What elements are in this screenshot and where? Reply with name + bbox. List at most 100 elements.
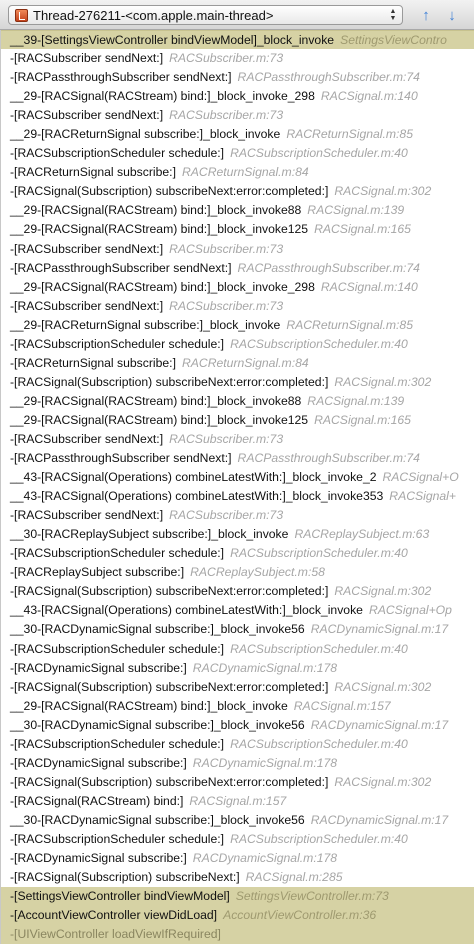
stack-frame-row[interactable]: __30-[RACReplaySubject subscribe:]_block…: [1, 525, 474, 544]
stack-frame-row[interactable]: -[RACSignal(Subscription) subscribeNext:…: [1, 678, 474, 697]
stack-frame-row[interactable]: -[RACPassthroughSubscriber sendNext:] RAC…: [1, 68, 474, 87]
frame-symbol: __29-[RACSignal(RACStream) bind:]_block_…: [10, 412, 309, 427]
frame-source-location: RACSubscriber.m:73: [169, 241, 284, 256]
frame-symbol: __30-[RACDynamicSignal subscribe:]_block…: [10, 717, 305, 732]
stack-frame-row[interactable]: __29-[RACSignal(RACStream) bind:]_block_…: [1, 411, 474, 430]
frame-symbol: -[RACSignal(Subscription) subscribeNext:…: [10, 774, 329, 789]
frame-source-location: SettingsViewController.m:73: [235, 889, 389, 904]
stack-frame-row[interactable]: -[RACSignal(Subscription) subscribeNext:…: [1, 868, 474, 887]
stack-frame-row[interactable]: __39-[SettingsViewController bindViewMod…: [1, 30, 474, 50]
stack-frame-row[interactable]: __29-[RACSignal(RACStream) bind:]_block_…: [1, 220, 474, 239]
frame-source-location: RACSubscriber.m:73: [169, 298, 284, 313]
stack-frame-row[interactable]: __30-[RACDynamicSignal subscribe:]_block…: [1, 716, 474, 735]
stack-frame-row[interactable]: -[RACDynamicSignal subscribe:] RACDynamic…: [1, 659, 474, 678]
stack-frame-row[interactable]: -[RACDynamicSignal subscribe:] RACDynamic…: [1, 754, 474, 773]
frame-symbol: __29-[RACSignal(RACStream) bind:]_block_…: [10, 203, 302, 218]
stack-frame-row[interactable]: -[RACPassthroughSubscriber sendNext:] RAC…: [1, 259, 474, 278]
stack-frame-row[interactable]: __29-[RACSignal(RACStream) bind:]_block_…: [1, 87, 474, 106]
stack-frame-row[interactable]: __29-[RACReturnSignal subscribe:]_block_…: [1, 125, 474, 144]
frame-symbol: -[RACSubscriber sendNext:]: [10, 241, 164, 256]
stack-frame-row[interactable]: -[RACSubscriber sendNext:] RACSubscriber.…: [1, 430, 474, 449]
stack-frame-row[interactable]: -[RACSubscriptionScheduler schedule:] RAC…: [1, 544, 474, 563]
frame-symbol: -[RACDynamicSignal subscribe:]: [10, 660, 187, 675]
frame-source-location: RACSignal+Op: [368, 603, 452, 618]
frame-source-location: RACSignal.m:302: [334, 374, 432, 389]
frame-source-location: RACSignal.m:302: [334, 679, 432, 694]
frame-source-location: RACReplaySubject.m:58: [190, 565, 325, 580]
frame-source-location: RACSubscriptionScheduler.m:40: [230, 336, 408, 351]
stack-frame-row[interactable]: -[RACSignal(RACStream) bind:] RACSignal.m…: [1, 792, 474, 811]
frame-symbol: -[RACSubscriber sendNext:]: [10, 431, 164, 446]
stack-frame-row[interactable]: -[RACSubscriber sendNext:] RACSubscriber.…: [1, 106, 474, 125]
frame-source-location: RACDynamicSignal.m:17: [310, 622, 449, 637]
frame-symbol: -[RACSubscriber sendNext:]: [10, 51, 164, 66]
stack-frame-row[interactable]: -[RACSubscriber sendNext:] RACSubscriber.…: [1, 297, 474, 316]
thread-selector[interactable]: Thread-276211-<com.apple.main-thread> ▲ ▼: [8, 5, 403, 25]
frame-source-location: RACSignal.m:302: [334, 774, 432, 789]
frame-source-location: AccountViewController.m:36: [223, 908, 377, 923]
stack-frame-row[interactable]: -[AccountViewController viewDidLoad] Acco…: [1, 906, 474, 926]
stack-frame-row[interactable]: -[RACReturnSignal subscribe:] RACReturnSi…: [1, 354, 474, 373]
frame-symbol: -[RACSubscriptionScheduler schedule:]: [10, 831, 225, 846]
stack-frame-row[interactable]: __29-[RACSignal(RACStream) bind:]_block_…: [1, 392, 474, 411]
stack-frame-row[interactable]: -[RACSubscriber sendNext:] RACSubscriber.…: [1, 506, 474, 525]
stack-frame-row[interactable]: -[RACSignal(Subscription) subscribeNext:…: [1, 582, 474, 601]
frame-symbol: -[SettingsViewController bindViewModel]: [10, 889, 230, 904]
frame-source-location: RACReturnSignal.m:85: [286, 317, 413, 332]
frame-source-location: RACSubscriber.m:73: [169, 51, 284, 66]
stack-frame-row[interactable]: -[RACSubscriber sendNext:] RACSubscriber.…: [1, 49, 474, 68]
frame-symbol: -[AccountViewController viewDidLoad]: [10, 908, 218, 923]
frame-symbol: -[RACSignal(Subscription) subscribeNext:…: [10, 679, 329, 694]
stack-frame-row[interactable]: -[RACSignal(Subscription) subscribeNext:…: [1, 373, 474, 392]
frame-symbol: -[RACDynamicSignal subscribe:]: [10, 755, 187, 770]
frame-symbol: __30-[RACDynamicSignal subscribe:]_block…: [10, 622, 305, 637]
thread-selector-label: Thread-276211-<com.apple.main-thread>: [33, 7, 274, 23]
frame-symbol: __29-[RACSignal(RACStream) bind:]_block_…: [10, 698, 288, 713]
frame-symbol: -[RACSubscriber sendNext:]: [10, 108, 164, 123]
stack-frame-row[interactable]: -[RACSubscriptionScheduler schedule:] RAC…: [1, 830, 474, 849]
next-frame-button[interactable]: ↓: [443, 6, 461, 24]
stack-frame-row[interactable]: -[RACReplaySubject subscribe:] RACReplayS…: [1, 563, 474, 582]
stack-frame-row[interactable]: -[RACSignal(Subscription) subscribeNext:…: [1, 182, 474, 201]
stack-frame-row[interactable]: -[RACSubscriptionScheduler schedule:] RAC…: [1, 735, 474, 754]
thread-icon: [15, 8, 28, 22]
frame-symbol: -[UIViewController loadViewIfRequired]: [10, 927, 221, 942]
frame-source-location: SettingsViewContro: [340, 33, 447, 47]
stack-frame-row[interactable]: __29-[RACSignal(RACStream) bind:]_block_…: [1, 201, 474, 220]
frame-source-location: RACSignal.m:139: [307, 203, 405, 218]
frame-source-location: RACSubscriptionScheduler.m:40: [230, 146, 408, 161]
stack-frame-row[interactable]: __29-[RACReturnSignal subscribe:]_block_…: [1, 316, 474, 335]
frame-symbol: -[RACPassthroughSubscriber sendNext:]: [10, 451, 232, 466]
stack-frame-row[interactable]: -[RACPassthroughSubscriber sendNext:] RAC…: [1, 449, 474, 468]
frame-symbol: -[RACPassthroughSubscriber sendNext:]: [10, 70, 232, 85]
frame-symbol: __30-[RACDynamicSignal subscribe:]_block…: [10, 812, 305, 827]
stack-frame-row[interactable]: __43-[RACSignal(Operations) combineLates…: [1, 601, 474, 620]
stack-frame-row[interactable]: -[RACSubscriptionScheduler schedule:] RAC…: [1, 144, 474, 163]
stack-frame-row[interactable]: __43-[RACSignal(Operations) combineLates…: [1, 487, 474, 506]
frame-source-location: RACSignal.m:165: [314, 222, 411, 237]
stack-frame-row[interactable]: -[RACSignal(Subscription) subscribeNext:…: [1, 773, 474, 792]
stack-frame-row[interactable]: -[UIViewController loadViewIfRequired]: [1, 925, 474, 944]
stack-frame-list: __39-[SettingsViewController bindViewMod…: [0, 30, 474, 944]
frame-source-location: RACReturnSignal.m:85: [286, 127, 413, 142]
stack-frame-row[interactable]: -[SettingsViewController bindViewModel] S…: [1, 887, 474, 907]
stack-frame-row[interactable]: -[RACSubscriptionScheduler schedule:] RAC…: [1, 335, 474, 354]
frame-source-location: RACReturnSignal.m:84: [181, 355, 309, 370]
stack-frame-row[interactable]: __43-[RACSignal(Operations) combineLates…: [1, 468, 474, 487]
stack-frame-row[interactable]: __29-[RACSignal(RACStream) bind:]_block_…: [1, 697, 474, 716]
frame-symbol: -[RACSignal(Subscription) subscribeNext:…: [10, 374, 329, 389]
frame-source-location: RACDynamicSignal.m:178: [192, 755, 338, 770]
stack-frame-row[interactable]: -[RACSubscriber sendNext:] RACSubscriber.…: [1, 240, 474, 259]
stack-frame-row[interactable]: __29-[RACSignal(RACStream) bind:]_block_…: [1, 278, 474, 297]
stack-frame-row[interactable]: -[RACReturnSignal subscribe:] RACReturnSi…: [1, 163, 474, 182]
frame-symbol: __29-[RACSignal(RACStream) bind:]_block_…: [10, 279, 315, 294]
stack-frame-row[interactable]: -[RACSubscriptionScheduler schedule:] RAC…: [1, 640, 474, 659]
frame-source-location: RACReturnSignal.m:84: [181, 165, 309, 180]
previous-frame-button[interactable]: ↑: [417, 6, 435, 24]
frame-symbol: -[RACSubscriptionScheduler schedule:]: [10, 546, 225, 561]
stack-frame-row[interactable]: __30-[RACDynamicSignal subscribe:]_block…: [1, 811, 474, 830]
stack-frame-row[interactable]: __30-[RACDynamicSignal subscribe:]_block…: [1, 620, 474, 639]
stack-frame-row[interactable]: -[RACDynamicSignal subscribe:] RACDynamic…: [1, 849, 474, 868]
frame-symbol: __43-[RACSignal(Operations) combineLates…: [10, 489, 384, 504]
frame-symbol: -[RACReturnSignal subscribe:]: [10, 355, 176, 370]
